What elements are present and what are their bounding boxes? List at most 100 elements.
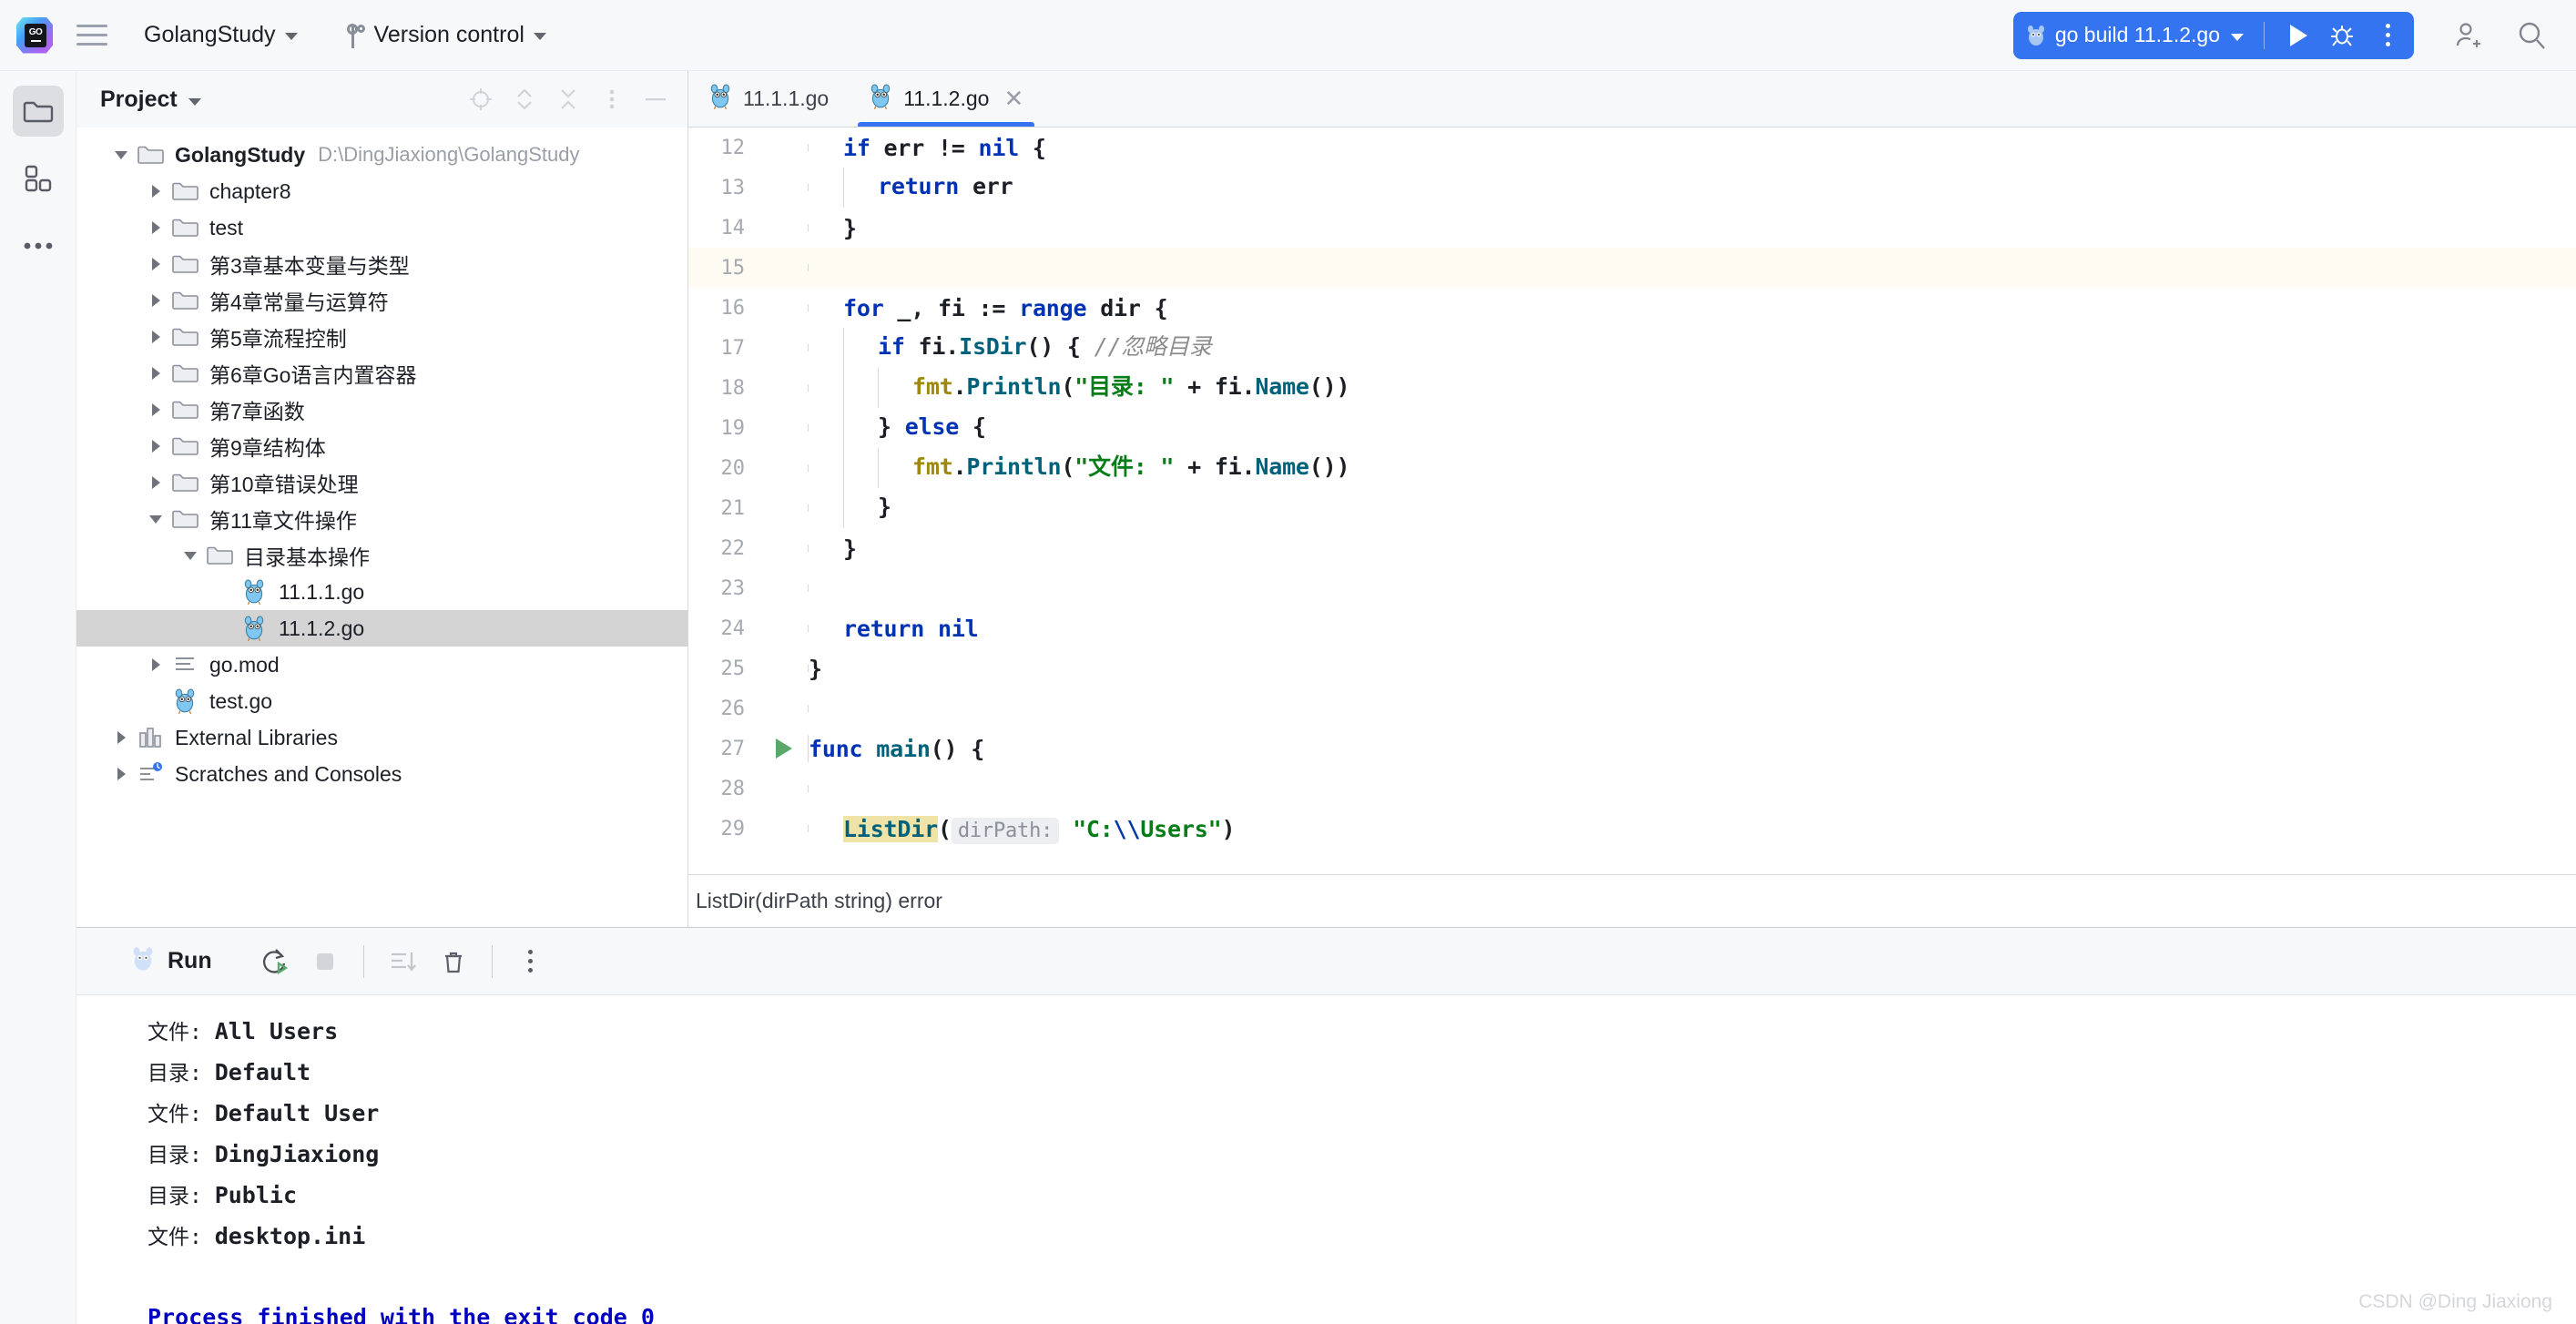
tree-item-第11章文件操作[interactable]: 第11章文件操作 [76, 501, 687, 537]
run-gutter-icon[interactable] [759, 735, 809, 762]
folder-icon [169, 178, 200, 205]
tree-item-第9章结构体[interactable]: 第9章结构体 [76, 428, 687, 464]
tree-item-11.1.2.go[interactable]: 11.1.2.go [76, 610, 687, 647]
version-control-dropdown[interactable]: Version control [332, 16, 557, 55]
stop-icon [300, 936, 351, 987]
expand-arrow-right-icon[interactable] [142, 214, 169, 241]
code-line: 19} else { [688, 408, 2576, 448]
tree-item-目录基本操作[interactable]: 目录基本操作 [76, 537, 687, 574]
project-name-dropdown[interactable]: GolangStudy [133, 16, 309, 54]
hamburger-menu-icon[interactable] [71, 15, 113, 56]
add-user-icon[interactable] [2445, 15, 2487, 56]
console-line-value: desktop.ini [214, 1223, 366, 1249]
hide-panel-icon[interactable] [640, 84, 671, 115]
tree-item-test[interactable]: test [76, 209, 687, 246]
sidebar-item-project[interactable] [12, 86, 64, 137]
editor: 11.1.1.go 11.1.2.go ✕ 12 if err != nil {13 r… [688, 71, 2576, 927]
console-line: 文件: desktop.ini [148, 1217, 2576, 1258]
close-icon[interactable]: ✕ [1003, 87, 1023, 110]
tree-item-test.go[interactable]: test.go [76, 683, 687, 719]
rerun-icon[interactable] [249, 936, 300, 987]
tree-item-11.1.1.go[interactable]: 11.1.1.go [76, 574, 687, 610]
collapse-all-icon[interactable] [553, 84, 584, 115]
tree-item-第4章常量与运算符[interactable]: 第4章常量与运算符 [76, 282, 687, 319]
project-options-icon[interactable] [596, 84, 627, 115]
tree-item-go.mod[interactable]: go.mod [76, 647, 687, 683]
go-file-icon [708, 84, 732, 114]
tree-item-label: GolangStudy [175, 142, 306, 167]
tree-item-第5章流程控制[interactable]: 第5章流程控制 [76, 319, 687, 355]
scroll-to-end-icon[interactable] [377, 936, 428, 987]
run-button[interactable] [2276, 15, 2317, 56]
folder-icon [169, 433, 200, 460]
goland-window: GO GolangStudy Version control go build … [0, 0, 2576, 1324]
expand-arrow-right-icon[interactable] [142, 287, 169, 314]
console-line-value: Default User [214, 1100, 380, 1126]
chevron-down-icon[interactable] [2231, 33, 2244, 41]
tree-item-chapter8[interactable]: chapter8 [76, 173, 687, 209]
code-editor[interactable]: 12 if err != nil {13 return err 14} 15 16 for … [688, 127, 2576, 874]
code-text: } [843, 214, 857, 241]
code-line: 18 fmt.Println("目录: " + fi.Name()) [688, 368, 2576, 408]
go-file-icon [2026, 24, 2046, 47]
tree-item-第10章错误处理[interactable]: 第10章错误处理 [76, 464, 687, 501]
console-output[interactable]: 文件: All Users 目录: Default 文件: Default User… [76, 995, 2576, 1324]
tree-item-label: test.go [209, 688, 273, 713]
expand-arrow-right-icon[interactable] [142, 250, 169, 278]
code-text: return nil [843, 615, 979, 642]
run-tool-window: Run 文件: All Users 目录: Default 文件: Defaul… [76, 927, 2576, 1324]
sidebar-item-more[interactable] [13, 220, 64, 271]
sidebar-item-structure[interactable] [13, 153, 64, 204]
search-icon[interactable] [2510, 15, 2552, 56]
expand-arrow-down-icon[interactable] [177, 542, 204, 569]
code-line: 26 [688, 688, 2576, 728]
expand-arrow-right-icon[interactable] [142, 469, 169, 496]
run-more-options-button[interactable] [2367, 15, 2408, 56]
code-line: 24 return nil [688, 608, 2576, 648]
tree-item-第3章基本变量与类型[interactable]: 第3章基本变量与类型 [76, 246, 687, 282]
code-line: 25} [688, 648, 2576, 688]
run-config-label[interactable]: go build 11.1.2.go [2055, 23, 2224, 47]
toolbar-right-icons [2445, 15, 2552, 56]
expand-arrow-right-icon[interactable] [142, 396, 169, 423]
tree-item-external-libraries[interactable]: External Libraries [76, 719, 687, 756]
tree-item-scratches-and-consoles[interactable]: Scratches and Consoles [76, 756, 687, 792]
expand-arrow-right-icon[interactable] [142, 651, 169, 678]
locate-icon[interactable] [465, 84, 496, 115]
expand-arrow-down-icon[interactable] [142, 505, 169, 533]
tree-item-label: 目录基本操作 [244, 545, 370, 569]
tree-item-label: 第10章错误处理 [209, 473, 359, 496]
console-line-prefix: 文件: [148, 1226, 215, 1249]
expand-arrow-right-icon[interactable] [142, 360, 169, 387]
tree-item-第6章go语言内置容器[interactable]: 第6章Go语言内置容器 [76, 355, 687, 392]
project-panel-toolbar [465, 84, 671, 115]
branch-icon [343, 22, 365, 49]
line-number: 24 [720, 616, 746, 640]
code-text: for _, fi := range dir { [843, 294, 1168, 321]
tree-item-第7章函数[interactable]: 第7章函数 [76, 392, 687, 428]
editor-tab-11.1.1.go[interactable]: 11.1.1.go [688, 70, 849, 127]
console-line-prefix: 文件: [148, 1103, 215, 1126]
tree-item-path: D:\DingJiaxiong\GolangStudy [318, 143, 580, 166]
main-toolbar: GO GolangStudy Version control go build … [0, 0, 2576, 71]
expand-arrow-right-icon[interactable] [107, 724, 135, 751]
tree-item-golangstudy[interactable]: GolangStudy D:\DingJiaxiong\GolangStudy [76, 137, 687, 173]
code-text: } else { [809, 408, 986, 448]
trash-icon[interactable] [428, 936, 479, 987]
run-window-more-icon[interactable] [505, 936, 556, 987]
folder-icon [169, 287, 200, 314]
run-label: Run [168, 948, 212, 973]
expand-arrow-right-icon[interactable] [107, 760, 135, 788]
expand-all-icon[interactable] [509, 84, 540, 115]
folder-icon [169, 505, 200, 533]
debug-button[interactable] [2321, 15, 2363, 56]
expand-arrow-right-icon[interactable] [142, 433, 169, 460]
expand-arrow-right-icon[interactable] [142, 323, 169, 351]
scratches-icon [135, 760, 166, 788]
expand-arrow-down-icon[interactable] [107, 141, 135, 168]
editor-tab-11.1.2.go[interactable]: 11.1.2.go ✕ [849, 70, 1044, 127]
chevron-down-icon[interactable] [188, 97, 201, 106]
expand-arrow-right-icon[interactable] [142, 178, 169, 205]
mod-file-icon [169, 651, 200, 678]
